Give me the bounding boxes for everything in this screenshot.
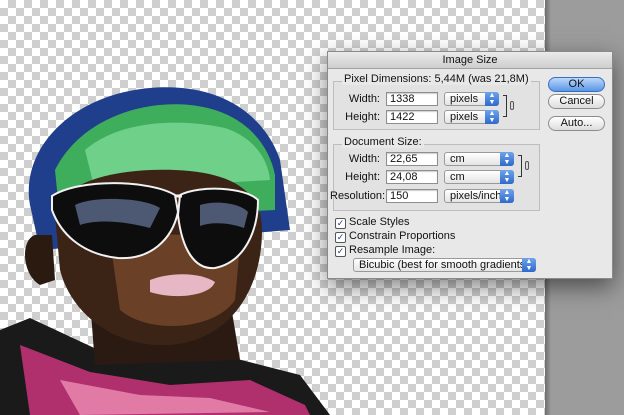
document-link-bracket (518, 155, 522, 177)
scale-styles-label: Scale Styles (349, 216, 410, 228)
pixel-dimensions-size-info: 5,44M (was 21,8M) (434, 73, 529, 85)
resolution-field[interactable]: 150 (386, 189, 438, 203)
resolution-unit-select[interactable]: pixels/inch ▲ ▼ (444, 189, 514, 203)
checkmark-icon: ✓ (335, 232, 346, 243)
constrain-proportions-checkbox[interactable]: ✓ Constrain Proportions (335, 230, 455, 243)
pixel-height-label: Height: (345, 111, 380, 123)
document-height-field[interactable]: 24,08 (386, 170, 438, 184)
checkmark-icon: ✓ (335, 218, 346, 229)
scale-styles-checkbox[interactable]: ✓ Scale Styles (335, 216, 410, 229)
chain-link-icon (525, 161, 529, 170)
pixel-dimensions-label: Pixel Dimensions: 5,44M (was 21,8M) (342, 73, 531, 85)
dialog-title: Image Size (328, 52, 612, 69)
pixel-width-field[interactable]: 1338 (386, 92, 438, 106)
updown-arrow-icon: ▲ ▼ (485, 92, 499, 106)
resolution-unit-value: pixels/inch (450, 190, 502, 202)
pixel-width-unit-select[interactable]: pixels ▲ ▼ (444, 92, 499, 106)
updown-arrow-icon: ▲ ▼ (500, 170, 514, 184)
resample-image-label: Resample Image: (349, 244, 436, 256)
ok-button[interactable]: OK (548, 77, 605, 92)
constrain-proportions-label: Constrain Proportions (349, 230, 456, 242)
pixel-dimensions-title: Pixel Dimensions: (344, 73, 432, 85)
resample-image-checkbox[interactable]: ✓ Resample Image: (335, 244, 435, 257)
document-height-unit-value: cm (450, 171, 465, 183)
image-size-dialog: Image Size Pixel Dimensions: 5,44M (was … (327, 51, 613, 279)
resample-method-select[interactable]: Bicubic (best for smooth gradients) ▲ ▼ (353, 258, 536, 272)
pixel-width-unit-value: pixels (450, 93, 479, 105)
document-height-label: Height: (345, 171, 380, 183)
chain-link-icon (510, 101, 514, 110)
document-width-field[interactable]: 22,65 (386, 152, 438, 166)
updown-arrow-icon: ▲ ▼ (500, 152, 514, 166)
document-width-unit-value: cm (450, 153, 465, 165)
pixel-height-unit-select[interactable]: pixels ▲ ▼ (444, 110, 499, 124)
auto-button[interactable]: Auto... (548, 116, 605, 131)
document-size-label: Document Size: (342, 136, 424, 148)
updown-arrow-icon: ▲ ▼ (522, 258, 536, 272)
cancel-button[interactable]: Cancel (548, 94, 605, 109)
updown-arrow-icon: ▲ ▼ (485, 110, 499, 124)
checkmark-icon: ✓ (335, 246, 346, 257)
resample-method-value: Bicubic (best for smooth gradients) (359, 259, 529, 271)
pixel-height-field[interactable]: 1422 (386, 110, 438, 124)
pixel-height-unit-value: pixels (450, 111, 479, 123)
resolution-label: Resolution: (330, 190, 386, 202)
document-height-unit-select[interactable]: cm ▲ ▼ (444, 170, 514, 184)
pixel-link-bracket (503, 95, 507, 117)
pixel-width-label: Width: (348, 93, 380, 105)
document-width-label: Width: (348, 153, 380, 165)
updown-arrow-icon: ▲ ▼ (500, 189, 514, 203)
document-width-unit-select[interactable]: cm ▲ ▼ (444, 152, 514, 166)
